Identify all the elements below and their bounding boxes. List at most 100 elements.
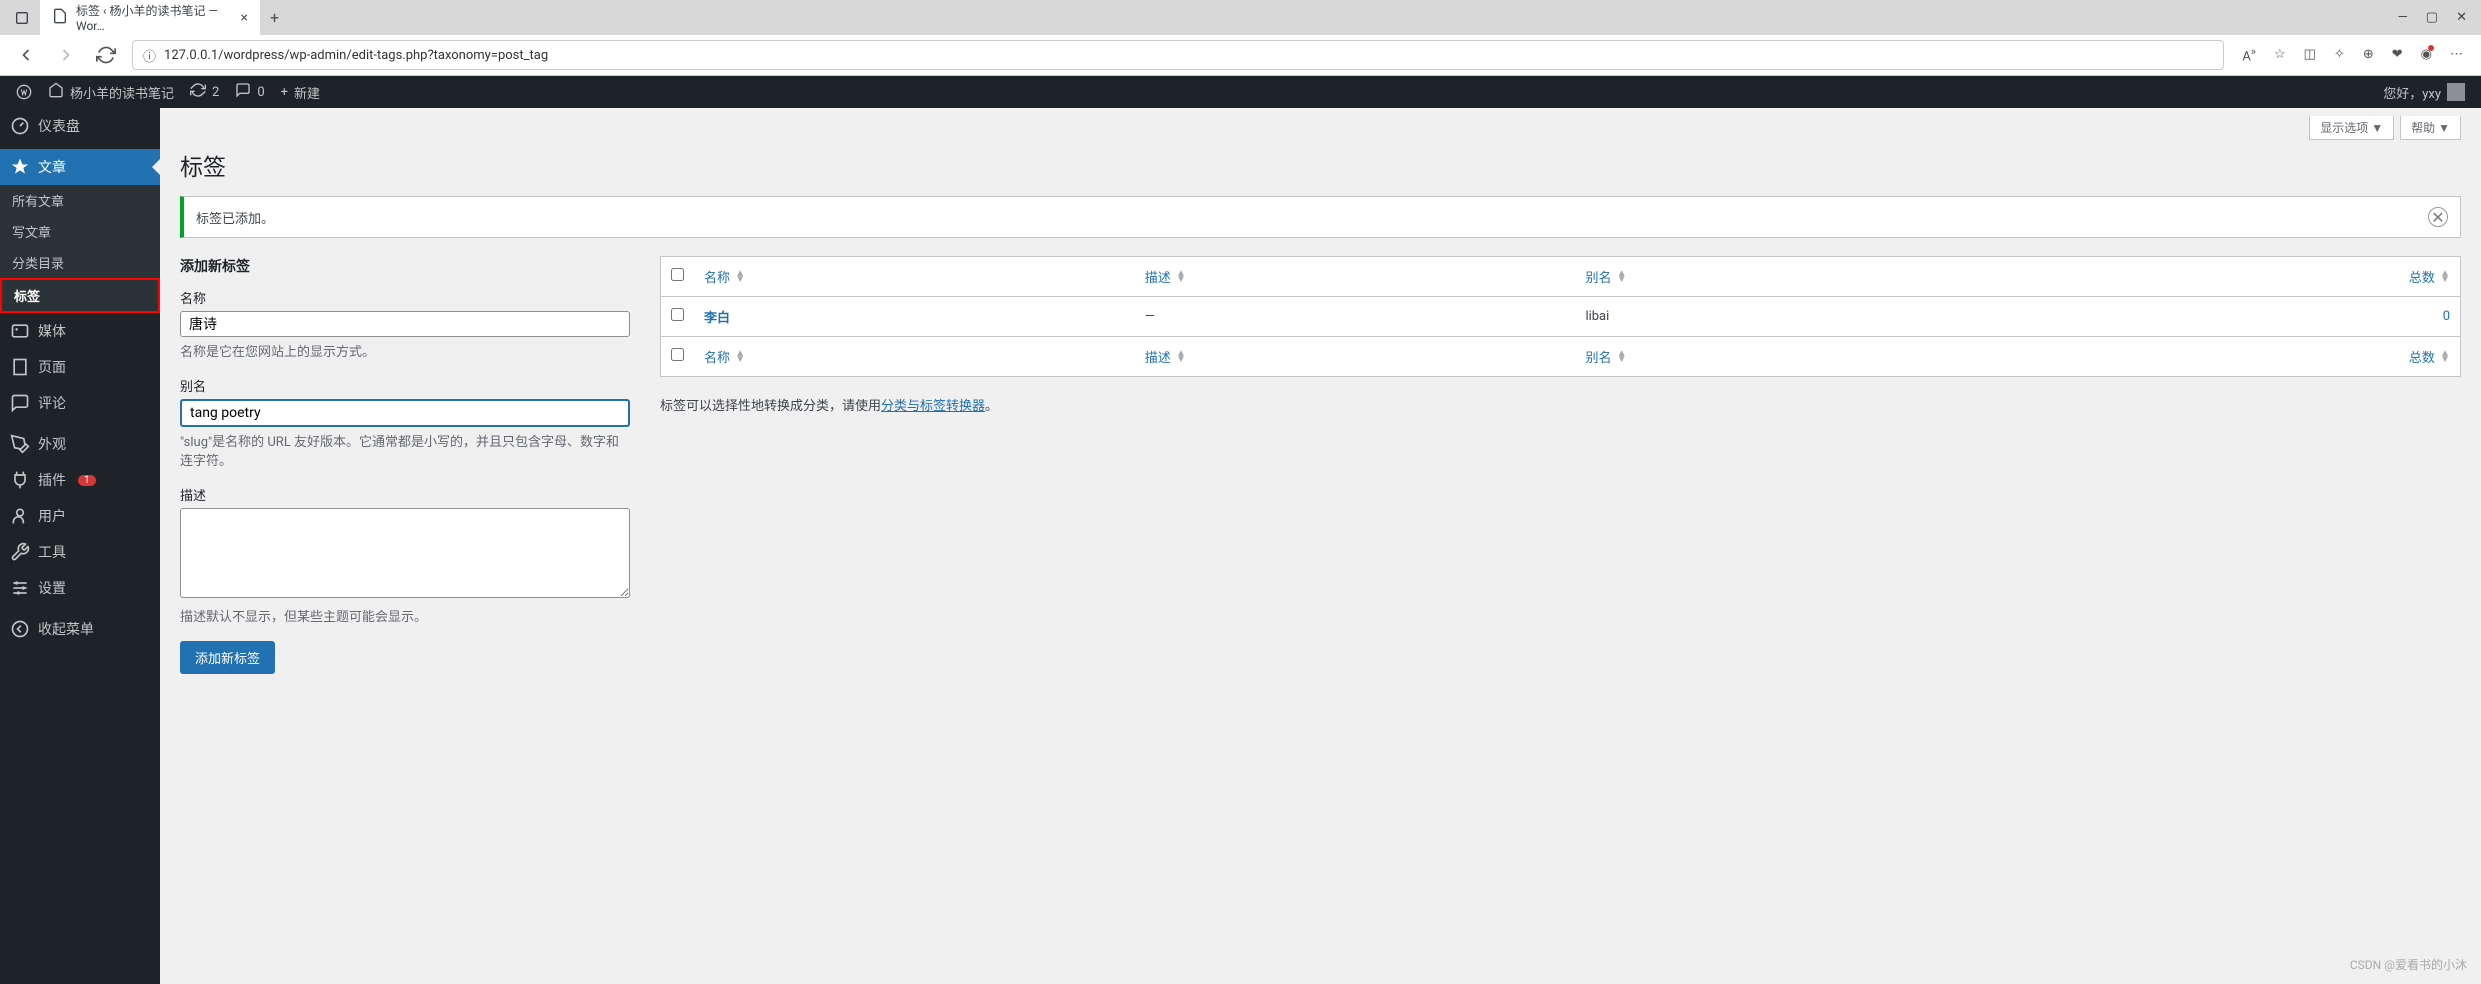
close-window-button[interactable]: ✕ — [2456, 10, 2467, 25]
menu-comments[interactable]: 评论 — [0, 385, 160, 421]
submenu-posts: 所有文章 写文章 分类目录 标签 — [0, 185, 160, 313]
user-icon — [10, 506, 30, 526]
home-icon — [48, 82, 64, 102]
menu-icon[interactable]: ⋯ — [2450, 47, 2463, 62]
performance-icon[interactable]: ❤ — [2392, 47, 2403, 62]
maximize-button[interactable]: ▢ — [2426, 10, 2438, 25]
dismiss-notice-button[interactable]: ✕ — [2428, 207, 2448, 227]
sort-icon: ▲▼ — [735, 351, 745, 363]
table-footer-row: 名称 ▲▼ 描述 ▲▼ 别名 ▲▼ 总数 ▲▼ — [661, 337, 2461, 377]
tab-actions-button[interactable] — [8, 4, 36, 32]
slug-input[interactable] — [180, 399, 630, 427]
select-all-checkbox-bottom[interactable] — [671, 348, 684, 361]
help-button[interactable]: 帮助 ▼ — [2400, 116, 2461, 140]
minimize-button[interactable]: — — [2398, 10, 2408, 25]
plugin-icon — [10, 470, 30, 490]
comment-icon — [235, 82, 251, 102]
menu-dashboard[interactable]: 仪表盘 — [0, 108, 160, 144]
favorites-icon[interactable]: ☆ — [2274, 47, 2286, 62]
menu-users[interactable]: 用户 — [0, 498, 160, 534]
col-count-sort[interactable]: 总数 ▲▼ — [2409, 271, 2450, 286]
table-header-row: 名称 ▲▼ 描述 ▲▼ 别名 ▲▼ 总数 ▲▼ — [661, 257, 2461, 297]
submenu-tags[interactable]: 标签 — [0, 278, 160, 313]
menu-pages[interactable]: 页面 — [0, 349, 160, 385]
convert-note: 标签可以选择性地转换成分类，请使用分类与标签转换器。 — [660, 395, 2461, 414]
plus-icon: + — [281, 85, 288, 100]
dashboard-icon — [10, 116, 30, 136]
url-text: 127.0.0.1/wordpress/wp-admin/edit-tags.p… — [164, 48, 2213, 63]
profile-icon[interactable]: ◉ — [2421, 47, 2432, 62]
name-input[interactable] — [180, 311, 630, 337]
address-bar: ⓘ 127.0.0.1/wordpress/wp-admin/edit-tags… — [0, 35, 2481, 75]
collections-icon[interactable]: ✧ — [2334, 47, 2345, 62]
page-icon — [52, 8, 68, 27]
col-slug-sort[interactable]: 别名 ▲▼ — [1585, 271, 1626, 286]
new-content-link[interactable]: + 新建 — [273, 83, 328, 102]
col-name-sort-bottom[interactable]: 名称 ▲▼ — [704, 351, 745, 366]
comments-icon — [10, 393, 30, 413]
menu-collapse[interactable]: 收起菜单 — [0, 611, 160, 647]
notice-text: 标签已添加。 — [196, 208, 274, 227]
update-icon — [190, 82, 206, 102]
col-count-sort-bottom[interactable]: 总数 ▲▼ — [2409, 351, 2450, 366]
window-controls: — ▢ ✕ — [2398, 10, 2481, 25]
sort-icon: ▲▼ — [1617, 271, 1627, 283]
menu-settings[interactable]: 设置 — [0, 570, 160, 606]
screen-options-button[interactable]: 显示选项 ▼ — [2309, 116, 2394, 140]
updates-link[interactable]: 2 — [182, 82, 227, 102]
new-tab-button[interactable]: + — [260, 4, 289, 31]
success-notice: 标签已添加。 ✕ — [180, 196, 2461, 238]
admin-sidebar: 仪表盘 文章 所有文章 写文章 分类目录 标签 媒体 页面 评论 外观 — [0, 108, 160, 984]
url-input-wrapper[interactable]: ⓘ 127.0.0.1/wordpress/wp-admin/edit-tags… — [132, 40, 2224, 70]
submenu-categories[interactable]: 分类目录 — [0, 247, 160, 278]
forward-button[interactable] — [52, 41, 80, 69]
wp-logo[interactable] — [8, 84, 40, 100]
sort-icon: ▲▼ — [735, 271, 745, 283]
close-tab-button[interactable]: × — [241, 10, 248, 26]
name-description: 名称是它在您网站上的显示方式。 — [180, 341, 630, 360]
add-tag-form: 添加新标签 名称 名称是它在您网站上的显示方式。 别名 "slug"是名称的 U… — [180, 256, 630, 674]
tab-bar: 标签 ‹ 杨小羊的读书笔记 — Wor… × + — ▢ ✕ — [0, 0, 2481, 35]
avatar — [2447, 83, 2465, 101]
comments-link[interactable]: 0 — [227, 82, 272, 102]
submenu-all-posts[interactable]: 所有文章 — [0, 185, 160, 216]
sort-icon: ▲▼ — [2440, 271, 2450, 283]
collapse-icon — [10, 619, 30, 639]
back-button[interactable] — [12, 41, 40, 69]
menu-posts[interactable]: 文章 — [0, 149, 160, 185]
col-slug-sort-bottom[interactable]: 别名 ▲▼ — [1585, 351, 1626, 366]
form-heading: 添加新标签 — [180, 256, 630, 276]
extensions-icon[interactable]: ⊕ — [2363, 47, 2374, 62]
desc-label: 描述 — [180, 485, 630, 504]
refresh-button[interactable] — [92, 41, 120, 69]
sort-icon: ▲▼ — [1617, 351, 1627, 363]
browser-chrome: 标签 ‹ 杨小羊的读书笔记 — Wor… × + — ▢ ✕ ⓘ 127.0.0… — [0, 0, 2481, 76]
account-menu[interactable]: 您好，yxy — [2383, 83, 2473, 102]
read-aloud-icon[interactable]: A» — [2242, 45, 2256, 64]
name-label: 名称 — [180, 288, 630, 307]
split-icon[interactable]: ◫ — [2304, 47, 2316, 62]
tag-count-link[interactable]: 0 — [2443, 309, 2450, 324]
tag-name-link[interactable]: 李白 — [704, 311, 730, 326]
pin-icon — [10, 157, 30, 177]
browser-tab[interactable]: 标签 ‹ 杨小羊的读书笔记 — Wor… × — [40, 0, 260, 39]
page-icon — [10, 357, 30, 377]
converter-link[interactable]: 分类与标签转换器 — [881, 399, 985, 414]
col-name-sort[interactable]: 名称 ▲▼ — [704, 271, 745, 286]
menu-appearance[interactable]: 外观 — [0, 426, 160, 462]
menu-tools[interactable]: 工具 — [0, 534, 160, 570]
submenu-new-post[interactable]: 写文章 — [0, 216, 160, 247]
main-content: 显示选项 ▼ 帮助 ▼ 标签 标签已添加。 ✕ 添加新标签 名称 名称是它在您网… — [160, 108, 2481, 984]
select-all-checkbox[interactable] — [671, 268, 684, 281]
submit-button[interactable]: 添加新标签 — [180, 641, 275, 674]
site-name-link[interactable]: 杨小羊的读书笔记 — [40, 82, 182, 102]
desc-textarea[interactable] — [180, 508, 630, 598]
menu-media[interactable]: 媒体 — [0, 313, 160, 349]
menu-plugins[interactable]: 插件 1 — [0, 462, 160, 498]
site-info-icon[interactable]: ⓘ — [143, 46, 156, 65]
col-desc-sort-bottom[interactable]: 描述 ▲▼ — [1145, 351, 1186, 366]
row-checkbox[interactable] — [671, 308, 684, 321]
page-title: 标签 — [180, 148, 2461, 182]
table-row: 李白 — libai 0 — [661, 297, 2461, 337]
col-desc-sort[interactable]: 描述 ▲▼ — [1145, 271, 1186, 286]
